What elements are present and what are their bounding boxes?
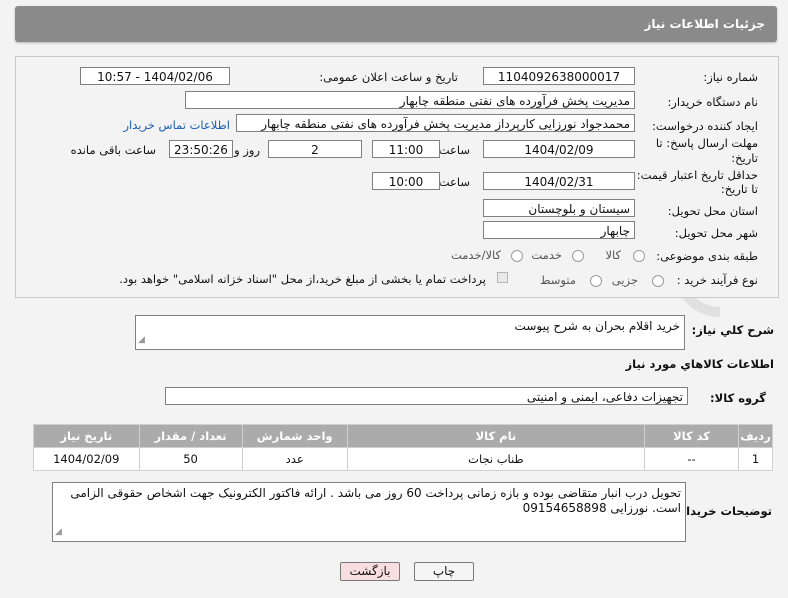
cell-need-date: 1404/02/09: [33, 447, 140, 471]
resize-grip-icon[interactable]: ◢: [55, 525, 62, 540]
announce-datetime-field: 1404/02/06 - 10:57: [80, 67, 230, 85]
col-unit: واحد شمارش: [241, 424, 348, 448]
province-label: استان محل تحویل:: [667, 204, 758, 218]
print-button[interactable]: چاپ: [414, 562, 474, 581]
validity-label-line1: حداقل تاریخ اعتبار قیمت:: [636, 168, 758, 182]
cell-unit: عدد: [241, 447, 348, 471]
buyer-org-field: مدیریت پخش فرآورده های نفتی منطقه چابهار: [185, 91, 635, 109]
col-need-date: تاریخ نیاز: [33, 424, 140, 448]
col-quantity: تعداد / مقدار: [138, 424, 243, 448]
goods-group-field: تجهیزات دفاعی، ایمنی و امنیتی: [165, 387, 688, 405]
page-header: جزئیات اطلاعات نیاز: [15, 6, 777, 42]
deadline-time-label: ساعت: [438, 143, 470, 157]
days-remaining-field: 2: [268, 140, 362, 158]
cell-row-number: 1: [738, 447, 773, 471]
time-remaining-field: 23:50:26: [169, 140, 233, 158]
back-button[interactable]: بازگشت: [340, 562, 400, 581]
buyer-org-label: نام دستگاه خریدار:: [667, 95, 758, 109]
time-remaining-label: ساعت باقی مانده: [70, 143, 156, 157]
category-radio-goods[interactable]: [633, 250, 645, 262]
cell-goods-name: طناب نجات: [346, 447, 646, 471]
goods-group-label: گروه کالا:: [710, 391, 766, 405]
announce-datetime-label: تاریخ و ساعت اعلان عمومی:: [319, 70, 458, 84]
process-type-label: نوع فرآیند خرید :: [676, 273, 758, 287]
city-field: چابهار: [483, 221, 635, 239]
col-goods-code: کد کالا: [644, 424, 740, 448]
deadline-label-line2: تاریخ:: [731, 151, 758, 165]
goods-table: ردیف کد کالا نام کالا واحد شمارش تعداد /…: [33, 424, 773, 471]
deadline-time-field: 11:00: [372, 140, 440, 158]
days-label: روز و: [234, 143, 260, 157]
buyer-notes-field: تحویل درب انبار متقاضی بوده و بازه زمانی…: [52, 482, 686, 542]
process-option-medium: متوسط: [539, 273, 576, 287]
table-row: 1 -- طناب نجات عدد 50 1404/02/09: [33, 447, 773, 471]
creator-label: ایجاد کننده درخواست:: [652, 119, 758, 133]
category-option-goods: کالا: [605, 248, 621, 262]
category-option-goods-service: کالا/خدمت: [450, 248, 501, 262]
deadline-date-field: 1404/02/09: [483, 140, 635, 158]
need-number-label: شماره نیاز:: [703, 70, 758, 84]
creator-field: محمدجواد نورزایی کارپرداز مدیریت پخش فرآ…: [236, 114, 635, 132]
resize-grip-icon[interactable]: ◢: [138, 333, 145, 348]
category-radio-goods-service[interactable]: [511, 250, 523, 262]
province-field: سیستان و بلوچستان: [483, 199, 635, 217]
process-option-minor: جزیی: [611, 273, 638, 287]
cell-goods-code: --: [644, 447, 740, 471]
col-goods-name: نام کالا: [346, 424, 646, 448]
goods-section-title: اطلاعات کالاهاي مورد نياز: [625, 357, 774, 371]
need-number-field: 1104092638000017: [483, 67, 635, 85]
category-label: طبقه بندی موضوعی:: [656, 249, 758, 263]
cell-quantity: 50: [138, 447, 243, 471]
validity-label-line2: تا تاریخ:: [720, 182, 758, 196]
treasury-payment-checkbox[interactable]: [497, 272, 508, 283]
summary-text: خرید اقلام بحران به شرح پیوست: [514, 319, 680, 333]
process-radio-minor[interactable]: [652, 275, 664, 287]
validity-date-field: 1404/02/31: [483, 172, 635, 190]
category-option-service: خدمت: [531, 248, 562, 262]
col-row-number: ردیف: [738, 424, 773, 448]
treasury-payment-note: پرداخت تمام یا بخشی از مبلغ خرید،از محل …: [119, 272, 486, 286]
validity-time-label: ساعت: [438, 175, 470, 189]
summary-label: شرح کلي نياز:: [691, 323, 774, 337]
buyer-notes-label: توضیحات خریدار:: [674, 504, 772, 518]
category-radio-service[interactable]: [572, 250, 584, 262]
deadline-label-line1: مهلت ارسال پاسخ: تا: [655, 136, 758, 150]
process-radio-medium[interactable]: [590, 275, 602, 287]
page-title: جزئیات اطلاعات نیاز: [644, 17, 765, 31]
goods-table-header: ردیف کد کالا نام کالا واحد شمارش تعداد /…: [33, 424, 773, 448]
summary-field: خرید اقلام بحران به شرح پیوست ◢: [135, 315, 685, 350]
buyer-notes-text: تحویل درب انبار متقاضی بوده و بازه زمانی…: [70, 486, 681, 515]
buyer-contact-link[interactable]: اطلاعات تماس خریدار: [123, 118, 230, 132]
city-label: شهر محل تحویل:: [674, 226, 758, 240]
validity-time-field: 10:00: [372, 172, 440, 190]
